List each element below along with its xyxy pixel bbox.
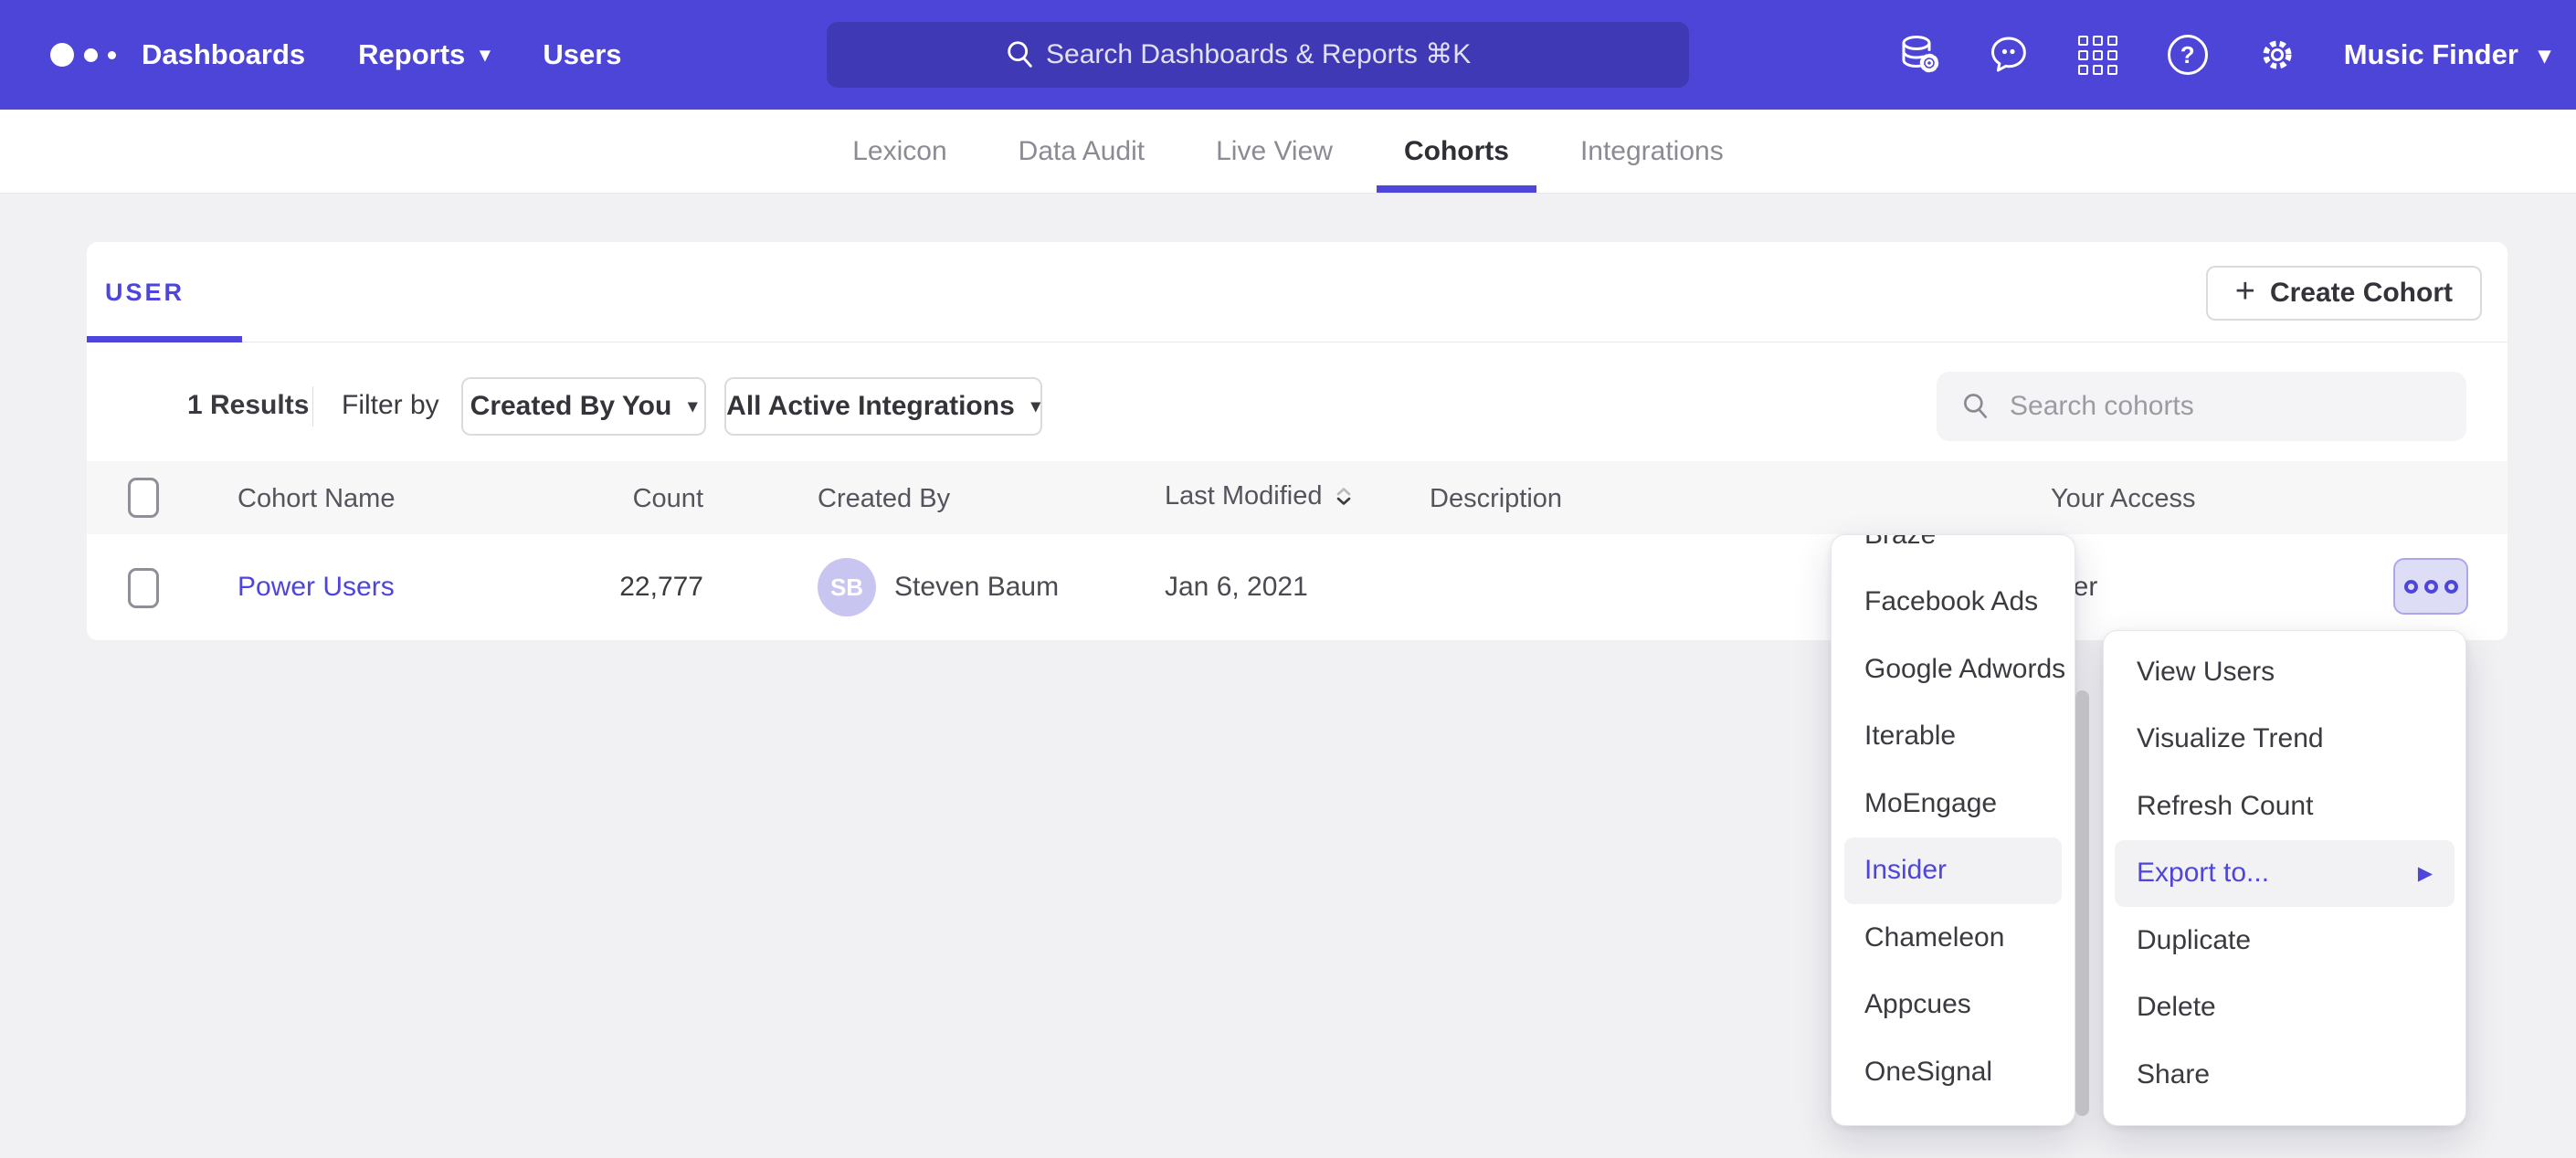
dot-icon [2444,580,2458,594]
search-icon [1960,391,1991,422]
settings-button[interactable] [2254,32,2300,78]
last-modified-value: Jan 6, 2021 [1165,572,1308,603]
menu-item-delete[interactable]: Delete [2104,974,2465,1042]
menu-item-moengage[interactable]: MoEngage [1832,770,2075,837]
menu-item-iterable[interactable]: Iterable [1832,703,2075,771]
row-actions-button[interactable] [2393,558,2468,615]
filter-created-by-dropdown[interactable]: Created By You ▾ [461,377,706,436]
nav-users-label: Users [543,38,621,71]
logo-dot-large [50,43,74,67]
topbar: Dashboards Reports ▾ Users [0,0,2576,110]
user-tab-underline [87,336,242,342]
menu-item-duplicate[interactable]: Duplicate [2104,907,2465,974]
menu-item-appcues[interactable]: Appcues [1832,972,2075,1039]
vertical-divider [312,386,313,426]
column-your-access: Your Access [2051,484,2196,514]
feedback-chat-icon [1987,33,2031,77]
nav-dashboards[interactable]: Dashboards [142,38,305,71]
search-icon [1004,38,1037,71]
tab-data-audit[interactable]: Data Audit [1019,110,1145,193]
tab-lexicon[interactable]: Lexicon [852,110,946,193]
menu-item-chameleon[interactable]: Chameleon [1832,904,2075,972]
menu-item-view-users[interactable]: View Users [2104,638,2465,706]
caret-down-icon: ▾ [688,397,697,416]
submenu-arrow-icon: ▶ [2418,862,2433,885]
column-last-modified[interactable]: Last Modified [1165,481,1354,511]
feedback-button[interactable] [1986,32,2032,78]
results-count: 1 Results [187,390,309,421]
table-header: Cohort Name Count Created By Last Modifi… [87,461,2507,534]
row-actions-menu: View Users Visualize Trend Refresh Count… [2103,630,2466,1126]
top-navigation: Dashboards Reports ▾ Users [142,0,622,110]
caret-down-icon: ▾ [480,45,490,65]
select-all-checkbox[interactable] [128,478,159,518]
created-by-value: Steven Baum [894,572,1059,603]
apps-grid-button[interactable] [2075,32,2121,78]
menu-item-share[interactable]: Share [2104,1041,2465,1109]
active-tab-underline [1377,185,1536,193]
menu-item-export-to[interactable]: Export to... ▶ [2115,840,2455,908]
tab-live-view[interactable]: Live View [1216,110,1333,193]
dot-icon [2404,580,2418,594]
project-name: Music Finder [2344,38,2518,71]
menu-item-visualize-trend[interactable]: Visualize Trend [2104,706,2465,774]
column-count: Count [521,484,703,514]
topbar-right-controls: ? Music Finder ▾ [1896,0,2550,110]
global-search[interactable] [827,22,1689,88]
row-checkbox[interactable] [128,568,159,608]
gear-icon [2255,33,2299,77]
filter-bar: 1 Results Filter by Created By You ▾ All… [87,361,2507,452]
column-created-by: Created By [818,484,950,514]
column-description: Description [1430,484,1562,514]
nav-reports[interactable]: Reports ▾ [358,38,490,71]
nav-reports-label: Reports [358,38,465,71]
cohort-name-link[interactable]: Power Users [238,572,395,603]
nav-dashboards-label: Dashboards [142,38,305,71]
tab-user-cohorts[interactable]: USER [105,279,185,307]
tab-integrations[interactable]: Integrations [1580,110,1724,193]
caret-down-icon: ▾ [1031,397,1040,416]
cohorts-card: USER + Create Cohort 1 Results Filter by… [87,242,2507,640]
menu-item-google-adwords[interactable]: Google Adwords [1832,636,2075,703]
menu-item-onesignal[interactable]: OneSignal [1832,1038,2075,1106]
dot-icon [2424,580,2438,594]
nav-users[interactable]: Users [543,38,621,71]
database-gear-icon [1897,33,1941,77]
menu-item-refresh-count[interactable]: Refresh Count [2104,773,2465,840]
logo-dot-small [108,51,116,59]
section-tabs: Lexicon Data Audit Live View Cohorts Int… [0,110,2576,194]
caret-down-icon: ▾ [2539,43,2550,67]
project-switcher[interactable]: Music Finder ▾ [2344,38,2550,71]
export-targets-menu: Braze Facebook Ads Google Adwords Iterab… [1831,534,2075,1126]
mixpanel-logo[interactable] [50,0,116,110]
menu-item-braze[interactable]: Braze [1832,534,2075,569]
help-icon: ? [2168,35,2208,75]
apps-grid-icon [2078,36,2117,75]
column-cohort-name: Cohort Name [238,484,395,514]
cohort-search-input[interactable] [2010,391,2443,422]
table-row: Power Users 22,777 SB Steven Baum Jan 6,… [87,534,2507,640]
menu-item-facebook-ads[interactable]: Facebook Ads [1832,569,2075,637]
create-cohort-button[interactable]: + Create Cohort [2206,266,2482,321]
avatar: SB [818,558,876,616]
logo-dot-medium [84,48,98,62]
data-management-button[interactable] [1896,32,1942,78]
scrollbar-thumb[interactable] [2075,690,2089,1116]
global-search-input[interactable] [1046,39,1512,70]
create-cohort-label: Create Cohort [2270,278,2453,309]
cohort-count: 22,777 [521,572,703,603]
help-button[interactable]: ? [2165,32,2211,78]
cohort-search[interactable] [1937,372,2466,441]
menu-item-insider[interactable]: Insider [1844,837,2062,905]
sort-icon [1334,486,1354,508]
filter-by-label: Filter by [342,390,439,421]
tab-cohorts[interactable]: Cohorts [1404,110,1509,193]
filter-integrations-dropdown[interactable]: All Active Integrations ▾ [724,377,1042,436]
plus-icon: + [2235,272,2255,311]
